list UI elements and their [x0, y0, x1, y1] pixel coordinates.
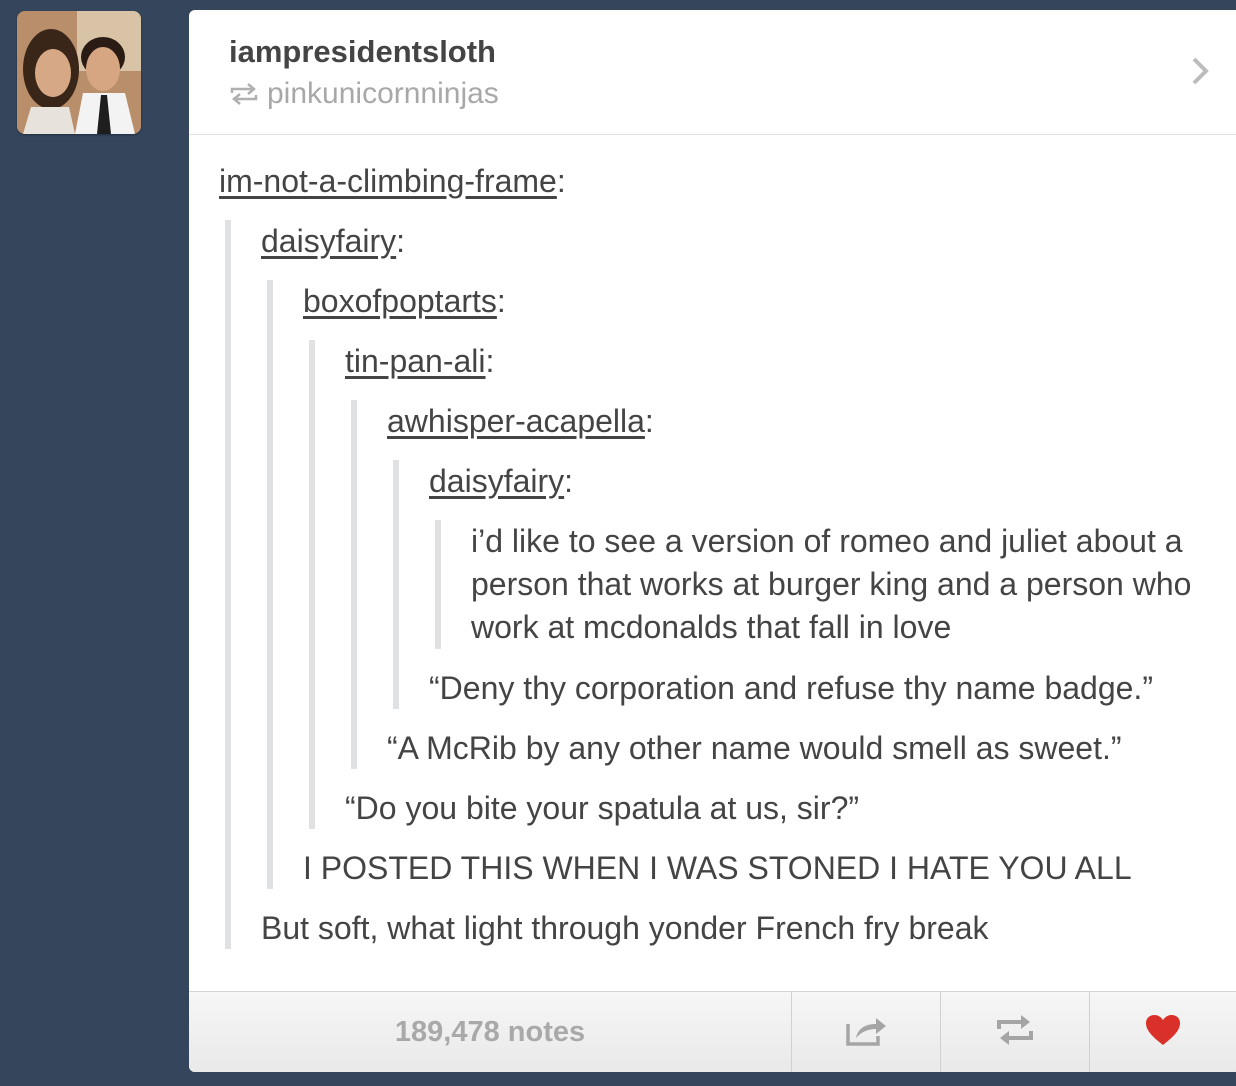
attribution-level1: im-not-a-climbing-frame:	[219, 160, 1216, 202]
attribution-level5: awhisper-acapella:	[387, 400, 1216, 442]
colon: :	[496, 283, 506, 319]
attribution-level4: tin-pan-ali:	[345, 340, 1216, 382]
colon: :	[485, 343, 495, 379]
post-footer: 189,478 notes	[189, 991, 1236, 1072]
original-post-text: i’d like to see a version of romeo and j…	[471, 523, 1192, 645]
reply-text: “A McRib by any other name would smell a…	[387, 730, 1122, 766]
attribution-level6: daisyfairy:	[429, 460, 1216, 502]
user-link[interactable]: boxofpoptarts	[303, 283, 497, 319]
like-button[interactable]	[1089, 992, 1236, 1072]
post-header: iampresidentsloth pinkunicornninjas	[189, 10, 1236, 135]
colon: :	[396, 223, 406, 259]
user-link[interactable]: daisyfairy	[429, 463, 564, 499]
reblogged-from-user[interactable]: pinkunicornninjas	[267, 77, 499, 111]
reply-text: I POSTED THIS WHEN I WAS STONED I HATE Y…	[303, 850, 1132, 886]
chevron-right-icon[interactable]	[1190, 56, 1210, 91]
reblog-icon	[229, 82, 259, 106]
reply-text: “Do you bite your spatula at us, sir?”	[345, 790, 860, 826]
share-icon	[844, 1014, 888, 1051]
colon: :	[644, 403, 654, 439]
notes-count[interactable]: 189,478 notes	[189, 992, 791, 1072]
attribution-level3: boxofpoptarts:	[303, 280, 1216, 322]
user-link[interactable]: tin-pan-ali	[345, 343, 486, 379]
reply-text: “Deny thy corporation and refuse thy nam…	[429, 670, 1153, 706]
blockquote-original: i’d like to see a version of romeo and j…	[435, 520, 1216, 649]
reply-text: But soft, what light through yonder Fren…	[261, 910, 989, 946]
reblog-icon	[995, 1013, 1035, 1052]
heart-icon	[1144, 1013, 1182, 1052]
blockquote-level3: boxofpoptarts: tin-pan-ali: awhisper-aca…	[267, 280, 1216, 889]
attribution-level2: daisyfairy:	[261, 220, 1216, 262]
blockquote-level4: tin-pan-ali: awhisper-acapella: daisyfai…	[309, 340, 1216, 829]
post-card: iampresidentsloth pinkunicornninjas im-n…	[189, 10, 1236, 1072]
user-link[interactable]: im-not-a-climbing-frame	[219, 163, 557, 199]
blockquote-level5: awhisper-acapella: daisyfairy: i’d like …	[351, 400, 1216, 769]
post-body: im-not-a-climbing-frame: daisyfairy: box…	[219, 160, 1216, 949]
post-author[interactable]: iampresidentsloth	[229, 34, 496, 70]
user-link[interactable]: awhisper-acapella	[387, 403, 645, 439]
reblog-button[interactable]	[940, 992, 1089, 1072]
avatar-photo	[17, 11, 141, 134]
colon: :	[564, 463, 574, 499]
reblog-source: pinkunicornninjas	[229, 76, 499, 112]
avatar[interactable]	[17, 11, 141, 134]
blockquote-level6: daisyfairy: i’d like to see a version of…	[393, 460, 1216, 709]
user-link[interactable]: daisyfairy	[261, 223, 396, 259]
share-button[interactable]	[791, 992, 940, 1072]
blockquote-level2: daisyfairy: boxofpoptarts: tin-pan-ali: …	[225, 220, 1216, 949]
colon: :	[556, 163, 566, 199]
